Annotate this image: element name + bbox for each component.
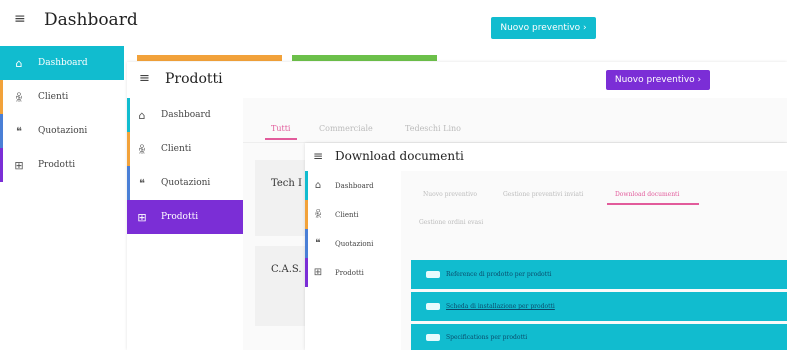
new-quote-button[interactable]: Nuovo preventivo › <box>491 17 596 39</box>
sidebar-item-label: Prodotti <box>335 268 364 277</box>
new-quote-button[interactable]: Nuovo preventivo › <box>606 70 710 90</box>
sidebar-item-clients[interactable]: ꆜ Clienti <box>127 132 243 166</box>
hamburger-icon[interactable]: ≡ <box>14 11 26 27</box>
product-card[interactable]: Tech I <box>255 160 307 236</box>
tab-all[interactable]: Tutti <box>271 124 290 133</box>
document-link[interactable]: Scheda di installazione per prodotti <box>446 303 555 310</box>
green-card-strip <box>292 55 437 61</box>
active-tab-underline <box>607 203 699 205</box>
hamburger-icon[interactable]: ≡ <box>313 149 323 163</box>
sidebar-item-products[interactable]: ⊞ Prodotti <box>305 258 401 287</box>
sidebar-item-label: Dashboard <box>335 181 374 190</box>
sidebar-item-dashboard[interactable]: ⌂ Dashboard <box>0 46 124 80</box>
orange-card-strip <box>137 55 282 61</box>
quote-icon: ❝ <box>315 238 321 249</box>
document-item[interactable]: Scheda di installazione per prodotti <box>411 292 787 321</box>
sidebar-item-label: Clienti <box>335 210 359 219</box>
sidebar-item-label: Clienti <box>38 92 69 102</box>
grid-icon: ⊞ <box>14 158 24 172</box>
documents-sidebar: ⌂ Dashboard ꆜ Clienti ❝ Quotazioni ⊞ Pro… <box>305 171 401 287</box>
quote-icon: ❝ <box>16 124 22 138</box>
tab-commercial[interactable]: Commerciale <box>319 124 373 133</box>
page-title: Prodotti <box>165 71 223 87</box>
document-item[interactable]: Reference di prodotto per prodotti <box>411 260 787 289</box>
tab-sent-quotes[interactable]: Gestione preventivi inviati <box>503 191 583 198</box>
sidebar-item-products[interactable]: ⊞ Prodotti <box>0 148 124 182</box>
product-card[interactable]: C.A.S. <box>255 246 307 326</box>
page-title: Dashboard <box>44 10 138 30</box>
sidebar-item-quotes[interactable]: ❝ Quotazioni <box>305 229 401 258</box>
documents-header: ≡ Download documenti <box>305 143 787 171</box>
sidebar-item-label: Clienti <box>161 144 192 154</box>
sidebar-item-products[interactable]: ⊞ Prodotti <box>127 200 243 234</box>
document-icon <box>426 271 440 278</box>
products-sidebar: ⌂ Dashboard ꆜ Clienti ❝ Quotazioni ⊞ Pro… <box>127 98 243 234</box>
document-item[interactable]: Specifications per prodotti <box>411 324 787 350</box>
user-icon: ꆜ <box>314 210 322 221</box>
dashboard-sidebar: ⌂ Dashboard ꆜ Clienti ❝ Quotazioni ⊞ Pro… <box>0 46 124 182</box>
sidebar-item-quotes[interactable]: ❝ Quotazioni <box>0 114 124 148</box>
sidebar-item-quotes[interactable]: ❝ Quotazioni <box>127 166 243 200</box>
grid-icon: ⊞ <box>313 267 323 278</box>
sidebar-item-label: Prodotti <box>161 212 199 222</box>
document-link[interactable]: Specifications per prodotti <box>446 334 527 341</box>
document-icon <box>426 303 440 310</box>
tab-tedeschi[interactable]: Tedeschi Lino <box>405 124 461 133</box>
home-icon: ⌂ <box>15 56 23 70</box>
tab-new-quote[interactable]: Nuovo preventivo <box>423 191 477 198</box>
user-icon: ꆜ <box>14 91 24 105</box>
home-icon: ⌂ <box>314 180 322 191</box>
sidebar-item-label: Dashboard <box>161 110 211 120</box>
document-icon <box>426 333 440 341</box>
user-icon: ꆜ <box>137 143 147 157</box>
hamburger-icon[interactable]: ≡ <box>139 71 150 86</box>
tab-orders[interactable]: Gestione ordini evasi <box>419 219 483 226</box>
sidebar-item-label: Quotazioni <box>335 239 374 248</box>
sidebar-item-clients[interactable]: ꆜ Clienti <box>0 80 124 114</box>
document-link[interactable]: Reference di prodotto per prodotti <box>446 271 551 278</box>
sidebar-item-clients[interactable]: ꆜ Clienti <box>305 200 401 229</box>
product-name: Tech I <box>271 178 302 189</box>
quote-icon: ❝ <box>139 176 145 190</box>
product-name: C.A.S. <box>271 264 302 275</box>
tab-download-documents[interactable]: Download documenti <box>615 191 679 198</box>
home-icon: ⌂ <box>138 108 146 122</box>
sidebar-item-dashboard[interactable]: ⌂ Dashboard <box>127 98 243 132</box>
sidebar-item-label: Dashboard <box>38 58 88 68</box>
sidebar-item-label: Quotazioni <box>161 178 211 188</box>
sidebar-item-dashboard[interactable]: ⌂ Dashboard <box>305 171 401 200</box>
active-tab-underline <box>265 138 297 140</box>
grid-icon: ⊞ <box>137 210 147 224</box>
sidebar-item-label: Prodotti <box>38 160 76 170</box>
sidebar-item-label: Quotazioni <box>38 126 88 136</box>
page-title: Download documenti <box>335 149 464 163</box>
